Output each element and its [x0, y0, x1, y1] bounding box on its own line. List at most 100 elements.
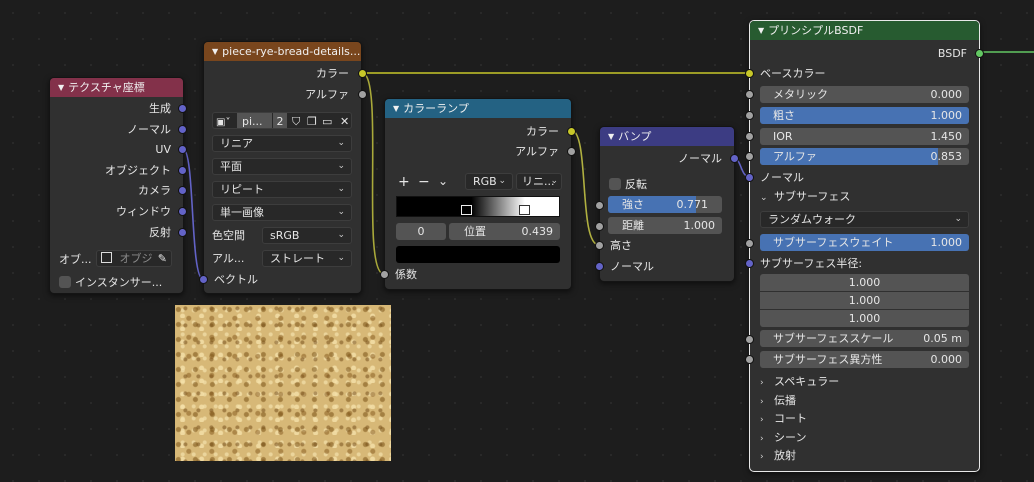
image-name[interactable]: pi...: [237, 113, 272, 128]
instancer-checkbox[interactable]: [59, 276, 71, 288]
node-header[interactable]: ▼ プリンシプルBSDF: [750, 21, 979, 40]
socket-ss-scale-in[interactable]: [745, 335, 754, 344]
image-browse-icon[interactable]: ▣˅: [216, 114, 232, 128]
collapse-chevron-icon[interactable]: ▼: [608, 127, 614, 146]
collapse-chevron-icon[interactable]: ▼: [393, 99, 399, 118]
subsurface-radius-y[interactable]: 1.000: [760, 292, 969, 309]
socket-normal[interactable]: [178, 125, 187, 134]
image-selector[interactable]: ▣˅ pi... 2 ⛉ ❐ ▭ ✕: [212, 112, 352, 129]
subsurface-radius-x[interactable]: 1.000: [760, 274, 969, 291]
interpolation-select[interactable]: リニ... ⌄: [516, 173, 562, 190]
interpolation-select[interactable]: リニア ⌄: [212, 135, 352, 152]
input-normal: ノーマル: [610, 260, 654, 273]
subsurface-method-select[interactable]: ランダムウォーク ⌄: [760, 211, 969, 228]
alpha-slider[interactable]: アルファ 0.853: [760, 148, 969, 165]
metallic-field[interactable]: メタリック 0.000: [760, 86, 969, 103]
eyedropper-icon[interactable]: ✎: [158, 251, 167, 266]
transmission-panel-toggle[interactable]: › 伝播: [760, 392, 796, 410]
invert-checkbox[interactable]: [609, 178, 621, 190]
subsurface-anisotropy-field[interactable]: サブサーフェス異方性 0.000: [760, 351, 969, 368]
socket-alpha-out[interactable]: [567, 147, 576, 156]
emission-panel-toggle[interactable]: › 放射: [760, 447, 796, 465]
socket-uv[interactable]: [178, 145, 187, 154]
colorspace-select[interactable]: sRGB ⌄: [262, 227, 352, 244]
collapse-chevron-icon[interactable]: ▼: [212, 42, 218, 61]
projection-select[interactable]: 平面 ⌄: [212, 158, 352, 175]
socket-ior-in[interactable]: [745, 132, 754, 141]
stop-position-field[interactable]: 位置 0.439: [449, 223, 560, 240]
socket-metallic-in[interactable]: [745, 90, 754, 99]
ramp-menu-chevron-icon[interactable]: ⌄: [438, 174, 448, 188]
node-title: テクスチャ座標: [68, 81, 145, 94]
color-mode-select[interactable]: RGB ⌄: [465, 173, 513, 190]
socket-reflection[interactable]: [178, 228, 187, 237]
socket-distance-in[interactable]: [595, 222, 604, 231]
socket-roughness-in[interactable]: [745, 111, 754, 120]
socket-base-color-in[interactable]: [745, 69, 754, 78]
specular-panel-toggle[interactable]: › スペキュラー: [760, 373, 839, 391]
distance-field[interactable]: 距離 1.000: [608, 217, 722, 234]
principled-bsdf-node[interactable]: ▼ プリンシプルBSDF BSDF ベースカラー メタリック 0.000 粗さ 1.0…: [745, 20, 984, 472]
socket-color-out[interactable]: [358, 69, 367, 78]
open-folder-icon[interactable]: ▭: [322, 113, 332, 128]
ramp-gradient[interactable]: [396, 196, 560, 217]
node-header[interactable]: ▼ カラーランプ: [385, 99, 571, 118]
link-color-to-fac[interactable]: [361, 72, 385, 275]
duplicate-icon[interactable]: ❐: [307, 113, 317, 128]
subsurface-panel-toggle[interactable]: ⌄ サブサーフェス: [760, 188, 850, 206]
socket-normal-in[interactable]: [745, 173, 754, 182]
image-texture-node[interactable]: ▼ piece-rye-bread-details... カラー アルファ ▣˅ …: [199, 41, 367, 294]
output-camera: カメラ: [138, 184, 171, 197]
node-header[interactable]: ▼ バンプ: [600, 127, 734, 146]
add-stop-button[interactable]: +: [398, 174, 410, 190]
node-title: カラーランプ: [403, 102, 469, 115]
socket-normal-in[interactable]: [595, 262, 604, 271]
socket-bsdf-out[interactable]: [975, 49, 984, 58]
remove-stop-button[interactable]: −: [418, 174, 430, 190]
roughness-field[interactable]: 粗さ 1.000: [760, 107, 969, 124]
ior-field[interactable]: IOR 1.450: [760, 128, 969, 145]
node-title: piece-rye-bread-details...: [222, 45, 361, 58]
sheen-panel-toggle[interactable]: › シーン: [760, 429, 806, 447]
socket-alpha-in[interactable]: [745, 152, 754, 161]
unlink-x-icon[interactable]: ✕: [340, 113, 349, 128]
socket-color-out[interactable]: [567, 127, 576, 136]
socket-height-in[interactable]: [595, 241, 604, 250]
strength-slider[interactable]: 強さ 0.771: [608, 196, 722, 213]
socket-ss-radius-in[interactable]: [745, 259, 754, 268]
coat-panel-toggle[interactable]: › コート: [760, 410, 807, 428]
user-count[interactable]: 2: [273, 113, 287, 128]
fake-user-shield-icon[interactable]: ⛉: [292, 113, 300, 128]
collapse-chevron-icon[interactable]: ▼: [758, 21, 764, 40]
stop-color-swatch[interactable]: [396, 246, 560, 263]
source-select[interactable]: 単一画像 ⌄: [212, 204, 352, 221]
socket-camera[interactable]: [178, 186, 187, 195]
instancer-label: インスタンサー...: [75, 276, 163, 289]
alpha-mode-select[interactable]: ストレート ⌄: [262, 250, 352, 267]
texture-coordinate-node[interactable]: ▼ テクスチャ座標 生成 ノーマル UV オブジェクト カメラ ウィンドウ 反射 …: [49, 77, 187, 294]
socket-ss-weight-in[interactable]: [745, 239, 754, 248]
chevron-right-icon: ›: [760, 378, 764, 388]
extension-select[interactable]: リピート ⌄: [212, 181, 352, 198]
subsurface-radius-z[interactable]: 1.000: [760, 310, 969, 327]
collapse-chevron-icon[interactable]: ▼: [58, 78, 64, 97]
socket-normal-out[interactable]: [730, 154, 739, 163]
subsurface-scale-field[interactable]: サブサーフェススケール 0.05 m: [760, 330, 969, 347]
socket-window[interactable]: [178, 207, 187, 216]
color-ramp-node[interactable]: ▼ カラーランプ カラー アルファ + − ⌄ RGB ⌄ リニ... ⌄ 0 位置 0…: [380, 98, 576, 290]
bump-node[interactable]: ▼ バンプ ノーマル 反転 強さ 0.771 距離 1.000 高さ ノーマル: [595, 126, 739, 282]
socket-strength-in[interactable]: [595, 201, 604, 210]
socket-fac-in[interactable]: [380, 270, 389, 279]
ramp-stop-0[interactable]: [461, 205, 472, 215]
subsurface-weight-field[interactable]: サブサーフェスウェイト 1.000: [760, 234, 969, 251]
node-header[interactable]: ▼ テクスチャ座標: [50, 78, 183, 97]
socket-generated[interactable]: [178, 104, 187, 113]
stop-index-field[interactable]: 0: [396, 223, 446, 240]
socket-alpha-out[interactable]: [358, 90, 367, 99]
ramp-stop-1[interactable]: [519, 205, 530, 215]
socket-object[interactable]: [178, 166, 187, 175]
socket-ss-aniso-in[interactable]: [745, 355, 754, 364]
node-header[interactable]: ▼ piece-rye-bread-details...: [204, 42, 361, 61]
object-picker[interactable]: オブジ ✎: [96, 250, 172, 267]
socket-vector-in[interactable]: [199, 275, 208, 284]
